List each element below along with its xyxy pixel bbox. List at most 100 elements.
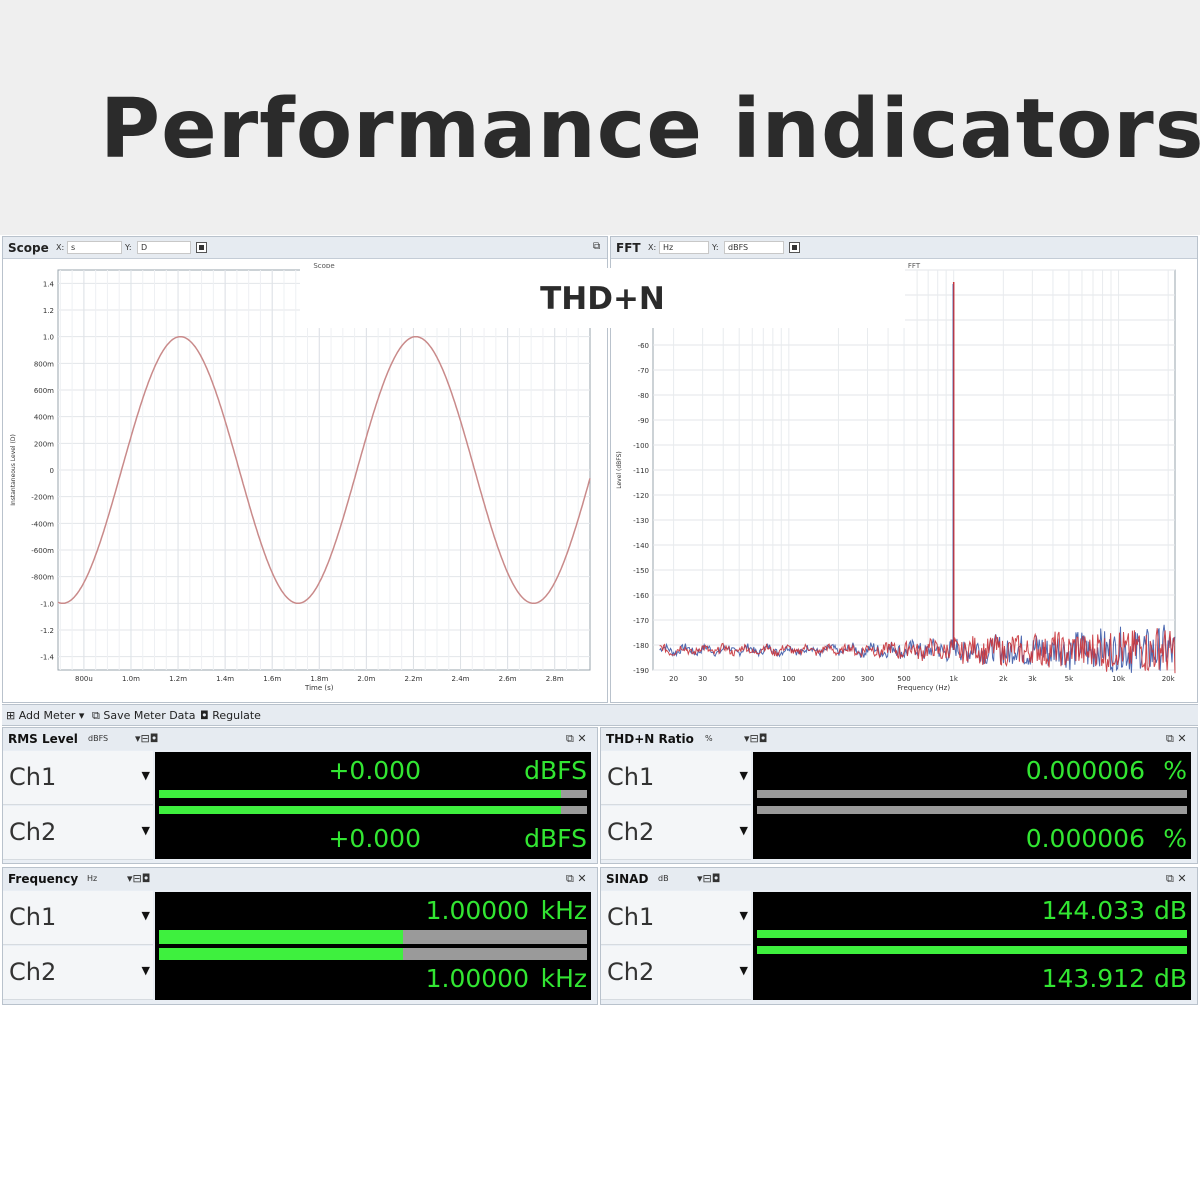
fft-title: FFT: [616, 241, 641, 255]
frequency-ch1-value: 1.00000: [425, 896, 529, 925]
frequency-ch1-selector[interactable]: Ch1 ▼: [3, 891, 153, 945]
scope-y-tick: -1.2: [40, 627, 54, 635]
frequency-settings-icon[interactable]: ▾⊟◘: [127, 872, 150, 885]
fft-y-tick: -110: [633, 467, 649, 475]
scope-x-tick: 1.6m: [263, 675, 281, 683]
sinad-meter: SINAD dB ▾⊟◘ ⧉ ✕ Ch1 ▼ Ch2 ▼ 144.033 dB …: [600, 867, 1198, 1005]
thdn-ch1-dropdown-icon[interactable]: ▼: [740, 769, 748, 782]
frequency-meter: Frequency Hz ▾⊟◘ ⧉ ✕ Ch1 ▼ Ch2 ▼ 1.00000…: [2, 867, 598, 1005]
scope-ylabel: Instantaneous Level (D): [10, 434, 17, 506]
fft-x-tick: 10k: [1112, 675, 1126, 683]
scope-y-tick: 1.4: [43, 280, 55, 288]
fft-y-tick: -190: [633, 667, 649, 675]
scope-options-icon[interactable]: [196, 242, 207, 253]
fft-y-unit-select[interactable]: dBFS: [724, 241, 784, 254]
scope-y-label: Y:: [125, 243, 132, 252]
rms-ch2-unit: dBFS: [524, 824, 587, 853]
thdn-ch1-selector[interactable]: Ch1 ▼: [601, 751, 751, 805]
thdn-ch2-dropdown-icon[interactable]: ▼: [740, 824, 748, 837]
scope-y-tick: 800m: [34, 360, 54, 368]
scope-x-tick: 800u: [75, 675, 93, 683]
frequency-ch2-selector[interactable]: Ch2 ▼: [3, 946, 153, 1000]
add-meter-button[interactable]: ⊞ Add Meter ▾: [6, 709, 84, 722]
rms-popout-close-icon[interactable]: ⧉ ✕: [566, 732, 587, 746]
scope-y-tick: 200m: [34, 440, 54, 448]
frequency-ch1-bar: [159, 930, 403, 944]
scope-x-tick: 1.4m: [216, 675, 234, 683]
save-meter-data-label: Save Meter Data: [103, 709, 196, 722]
fft-y-tick: -160: [633, 592, 649, 600]
scope-titlebar: Scope X: s Y: D ⧉: [3, 237, 607, 259]
rms-ch2-bar: [159, 806, 561, 814]
scope-y-tick: -1.4: [40, 654, 54, 662]
scope-title: Scope: [8, 241, 49, 255]
thdn-settings-icon[interactable]: ▾⊟◘: [744, 732, 767, 745]
rms-ch1-selector[interactable]: Ch1 ▼: [3, 751, 153, 805]
fft-x-tick: 100: [782, 675, 795, 683]
rms-level-unit[interactable]: dBFS: [88, 734, 108, 743]
sinad-ch2-value: 143.912: [1041, 964, 1145, 993]
thdn-ch2-selector[interactable]: Ch2 ▼: [601, 806, 751, 860]
regulate-button[interactable]: ◘ Regulate: [200, 709, 261, 722]
sinad-ch1-unit: dB: [1153, 896, 1187, 925]
fft-y-tick: -140: [633, 542, 649, 550]
fft-x-unit-select[interactable]: Hz: [659, 241, 709, 254]
thdn-ch1-label: Ch1: [607, 763, 655, 791]
fft-chart-title: FFT: [908, 262, 921, 270]
rms-ch1-unit: dBFS: [524, 756, 587, 785]
sinad-popout-close-icon[interactable]: ⧉ ✕: [1166, 872, 1187, 886]
rms-ch2-dropdown-icon[interactable]: ▼: [142, 824, 150, 837]
rms-ch2-selector[interactable]: Ch2 ▼: [3, 806, 153, 860]
scope-x-unit-select[interactable]: s: [67, 241, 122, 254]
rms-ch1-dropdown-icon[interactable]: ▼: [142, 769, 150, 782]
thdn-ratio-meter: THD+N Ratio % ▾⊟◘ ⧉ ✕ Ch1 ▼ Ch2 ▼ 0.0000…: [600, 727, 1198, 864]
sinad-ch2-dropdown-icon[interactable]: ▼: [740, 964, 748, 977]
frequency-ch1-dropdown-icon[interactable]: ▼: [142, 909, 150, 922]
frequency-ch2-label: Ch2: [9, 958, 57, 986]
scope-y-unit-select[interactable]: D: [137, 241, 191, 254]
rms-level-title: RMS Level: [8, 732, 78, 746]
fft-x-tick: 500: [897, 675, 910, 683]
thdn-ch2-unit: %: [1163, 824, 1187, 853]
scope-y-tick: -1.0: [40, 600, 54, 608]
sinad-unit[interactable]: dB: [658, 874, 669, 883]
fft-y-tick: -130: [633, 517, 649, 525]
thdn-unit[interactable]: %: [705, 734, 713, 743]
scope-x-tick: 2.8m: [546, 675, 564, 683]
save-meter-data-button[interactable]: ⧉ Save Meter Data: [92, 709, 195, 723]
scope-x-tick: 1.2m: [169, 675, 187, 683]
scope-popout-icon[interactable]: ⧉: [593, 241, 600, 252]
scope-y-tick: -600m: [31, 547, 54, 555]
fft-y-tick: -90: [638, 417, 649, 425]
scope-y-tick: -200m: [31, 494, 54, 502]
fft-ylabel: Level (dBFS): [616, 451, 623, 489]
fft-titlebar: FFT X: Hz Y: dBFS: [611, 237, 1197, 259]
sinad-title: SINAD: [606, 872, 649, 886]
sinad-ch1-selector[interactable]: Ch1 ▼: [601, 891, 751, 945]
overlay-label-box: THD+N: [300, 268, 905, 328]
scope-x-label: X:: [56, 243, 65, 252]
sinad-ch1-dropdown-icon[interactable]: ▼: [740, 909, 748, 922]
scope-y-tick: 1.2: [43, 307, 54, 315]
scope-y-tick: 600m: [34, 387, 54, 395]
fft-x-tick: 20: [669, 675, 678, 683]
meter-toolbar: ⊞ Add Meter ▾ ⧉ Save Meter Data ◘ Regula…: [2, 704, 1198, 726]
scope-x-tick: 1.8m: [310, 675, 328, 683]
sinad-ch1-value: 144.033: [1041, 896, 1145, 925]
scope-x-tick: 2.6m: [499, 675, 517, 683]
frequency-ch2-dropdown-icon[interactable]: ▼: [142, 964, 150, 977]
scope-y-tick: 1.0: [43, 334, 54, 342]
sinad-settings-icon[interactable]: ▾⊟◘: [697, 872, 720, 885]
sinad-ch2-selector[interactable]: Ch2 ▼: [601, 946, 751, 1000]
sinad-ch1-label: Ch1: [607, 903, 655, 931]
thdn-ch1-unit: %: [1163, 756, 1187, 785]
frequency-popout-close-icon[interactable]: ⧉ ✕: [566, 872, 587, 886]
frequency-unit[interactable]: Hz: [87, 874, 97, 883]
fft-x-tick: 2k: [999, 675, 1008, 683]
rms-settings-icon[interactable]: ▾⊟◘: [135, 732, 158, 745]
thdn-popout-close-icon[interactable]: ⧉ ✕: [1166, 732, 1187, 746]
frequency-titlebar: Frequency Hz ▾⊟◘ ⧉ ✕: [3, 868, 597, 890]
frequency-title: Frequency: [8, 872, 79, 886]
fft-options-icon[interactable]: [789, 242, 800, 253]
thdn-ch2-label: Ch2: [607, 818, 655, 846]
